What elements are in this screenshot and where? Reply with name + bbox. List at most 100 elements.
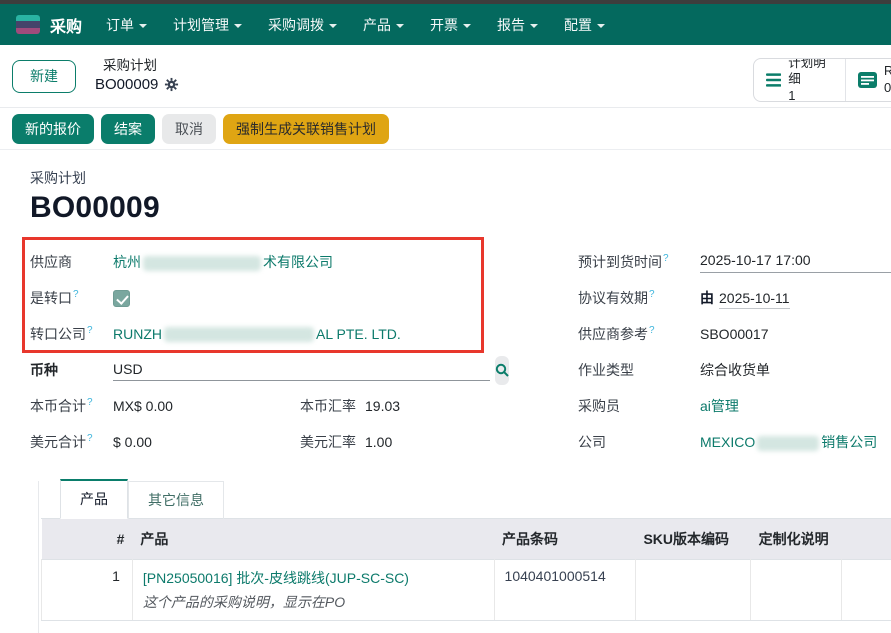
vendor-ref-label: 供应商参考? — [578, 324, 700, 344]
local-total-value: MX$ 0.00 — [113, 398, 300, 414]
app-name[interactable]: 采购 — [50, 13, 82, 37]
eta-input[interactable]: 2025-10-17 17:00 — [700, 252, 891, 273]
cancel-button[interactable]: 取消 — [162, 114, 216, 144]
smart-button-plan-detail[interactable]: 计划明细1 — [754, 59, 846, 101]
is-reexport-checkbox[interactable] — [113, 290, 130, 307]
nav-menu: 订单 计划管理 采购调拨 产品 开票 报告 配置 — [106, 15, 605, 35]
page-title: BO00009 — [30, 191, 891, 225]
col-header-product[interactable]: 产品 — [132, 519, 494, 559]
local-rate-label: 本币汇率 — [300, 396, 356, 416]
local-rate-value: 19.03 — [365, 398, 400, 414]
table-row[interactable]: 1 [PN25050016] 批次-皮线跳线(JUP-SC-SC) 这个产品的采… — [42, 559, 891, 620]
cell-custom — [751, 559, 842, 620]
usd-total-label: 美元合计? — [30, 432, 113, 452]
reexport-company-link[interactable]: RUNZHAL PTE. LTD. — [113, 326, 401, 343]
field-agreement-validity: 协议有效期? 由 2025-10-11 — [578, 280, 891, 316]
nav-item-purchase-transfer[interactable]: 采购调拨 — [268, 15, 337, 35]
dropdown-caret-icon — [463, 24, 471, 28]
field-is-reexport: 是转口? — [30, 280, 500, 316]
statusbar: 新的报价 结案 取消 强制生成关联销售计划 — [0, 108, 891, 150]
tab-bar: 产品 其它信息 — [41, 481, 891, 519]
nav-item-products[interactable]: 产品 — [363, 15, 404, 35]
smart-button-group: 计划明细1 R0 — [753, 58, 891, 102]
agreement-date-input[interactable]: 2025-10-11 — [719, 290, 790, 309]
operation-type-value: 综合收货单 — [700, 360, 770, 380]
form-col-left: 供应商 杭州术有限公司 是转口? 转口公司? RUNZHAL PTE. LTD.… — [30, 244, 500, 460]
nav-item-orders[interactable]: 订单 — [106, 15, 147, 35]
dropdown-caret-icon — [234, 24, 242, 28]
is-reexport-label: 是转口? — [30, 288, 113, 308]
sheet-label: 采购计划 — [30, 168, 891, 188]
new-button[interactable]: 新建 — [12, 60, 76, 93]
breadcrumb: 采购计划 BO00009 — [95, 57, 179, 94]
field-supplier: 供应商 杭州术有限公司 — [30, 244, 500, 280]
buyer-link[interactable]: ai管理 — [700, 396, 739, 416]
cell-barcode: 1040401000514 — [494, 559, 635, 620]
main-navbar: 采购 订单 计划管理 采购调拨 产品 开票 报告 配置 — [0, 4, 891, 45]
agreement-from-word: 由 — [700, 290, 714, 306]
force-generate-sales-plan-button[interactable]: 强制生成关联销售计划 — [223, 114, 389, 144]
cell-index: 1 — [42, 559, 133, 620]
buyer-label: 采购员 — [578, 396, 700, 416]
reexport-company-label: 转口公司? — [30, 324, 113, 344]
product-link[interactable]: [PN25050016] 批次-皮线跳线(JUP-SC-SC) — [143, 570, 409, 586]
col-header-barcode[interactable]: 产品条码 — [494, 519, 635, 559]
usd-rate-label: 美元汇率 — [300, 432, 356, 452]
dropdown-caret-icon — [396, 24, 404, 28]
table-header-row: # 产品 产品条码 SKU版本编码 定制化说明 数量 — [42, 519, 891, 559]
col-header-index[interactable]: # — [42, 519, 133, 559]
close-case-button[interactable]: 结案 — [101, 114, 155, 144]
agreement-label: 协议有效期? — [578, 288, 700, 308]
nav-item-plan-management[interactable]: 计划管理 — [173, 15, 242, 35]
supplier-link[interactable]: 杭州术有限公司 — [113, 252, 333, 272]
vendor-ref-input[interactable]: SBO00017 — [700, 326, 769, 342]
card-icon — [858, 72, 877, 88]
company-link[interactable]: MEXICO销售公司 — [700, 432, 877, 452]
field-buyer: 采购员 ai管理 — [578, 388, 891, 424]
notebook: 产品 其它信息 # 产品 产品条码 SKU版本编码 定制化说明 数量 1 — [38, 481, 891, 633]
field-currency: 币种 — [30, 352, 500, 388]
field-vendor-ref: 供应商参考? SBO00017 — [578, 316, 891, 352]
usd-total-value: $ 0.00 — [113, 434, 300, 450]
col-header-qty[interactable]: 数量 — [842, 519, 891, 559]
supplier-label: 供应商 — [30, 252, 113, 272]
dropdown-caret-icon — [597, 24, 605, 28]
col-header-sku[interactable]: SKU版本编码 — [635, 519, 750, 559]
tab-products[interactable]: 产品 — [60, 479, 128, 519]
form-col-right: 预计到货时间? 2025-10-17 17:00 协议有效期? 由 2025-10… — [500, 244, 891, 460]
nav-item-configuration[interactable]: 配置 — [564, 15, 605, 35]
field-local-total: 本币合计? MX$ 0.00 本币汇率 19.03 — [30, 388, 500, 424]
local-total-label: 本币合计? — [30, 396, 113, 416]
dropdown-caret-icon — [139, 24, 147, 28]
breadcrumb-current: BO00009 — [95, 75, 179, 95]
usd-rate-value: 1.00 — [365, 434, 392, 450]
product-note: 这个产品的采购说明，显示在PO — [143, 592, 484, 612]
form-sheet: 采购计划 BO00009 供应商 杭州术有限公司 是转口? 转口公司? RUNZ… — [0, 150, 891, 633]
app-logo-icon[interactable] — [16, 15, 40, 34]
dropdown-caret-icon — [329, 24, 337, 28]
nav-item-reports[interactable]: 报告 — [497, 15, 538, 35]
cell-product: [PN25050016] 批次-皮线跳线(JUP-SC-SC) 这个产品的采购说… — [132, 559, 494, 620]
dropdown-caret-icon — [530, 24, 538, 28]
field-reexport-company: 转口公司? RUNZHAL PTE. LTD. — [30, 316, 500, 352]
breadcrumb-bar: 新建 采购计划 BO00009 计划明细1 R0 — [0, 45, 891, 108]
eta-label: 预计到货时间? — [578, 252, 700, 272]
col-header-custom[interactable]: 定制化说明 — [751, 519, 842, 559]
tab-other-info[interactable]: 其它信息 — [128, 481, 224, 519]
currency-input[interactable] — [113, 359, 490, 381]
breadcrumb-parent[interactable]: 采购计划 — [95, 57, 179, 75]
redaction-blur — [164, 327, 314, 342]
company-label: 公司 — [578, 432, 700, 452]
cell-qty: 90.0 — [842, 559, 891, 620]
new-quote-button[interactable]: 新的报价 — [12, 114, 94, 144]
gear-icon[interactable] — [164, 77, 179, 92]
currency-label: 币种 — [30, 360, 113, 380]
field-operation-type: 作业类型 综合收货单 — [578, 352, 891, 388]
field-eta: 预计到货时间? 2025-10-17 17:00 — [578, 244, 891, 280]
nav-item-invoicing[interactable]: 开票 — [430, 15, 471, 35]
cell-sku — [635, 559, 750, 620]
list-icon — [766, 72, 781, 88]
smart-button-second[interactable]: R0 — [846, 59, 891, 101]
field-company: 公司 MEXICO销售公司 — [578, 424, 891, 460]
field-usd-total: 美元合计? $ 0.00 美元汇率 1.00 — [30, 424, 500, 460]
